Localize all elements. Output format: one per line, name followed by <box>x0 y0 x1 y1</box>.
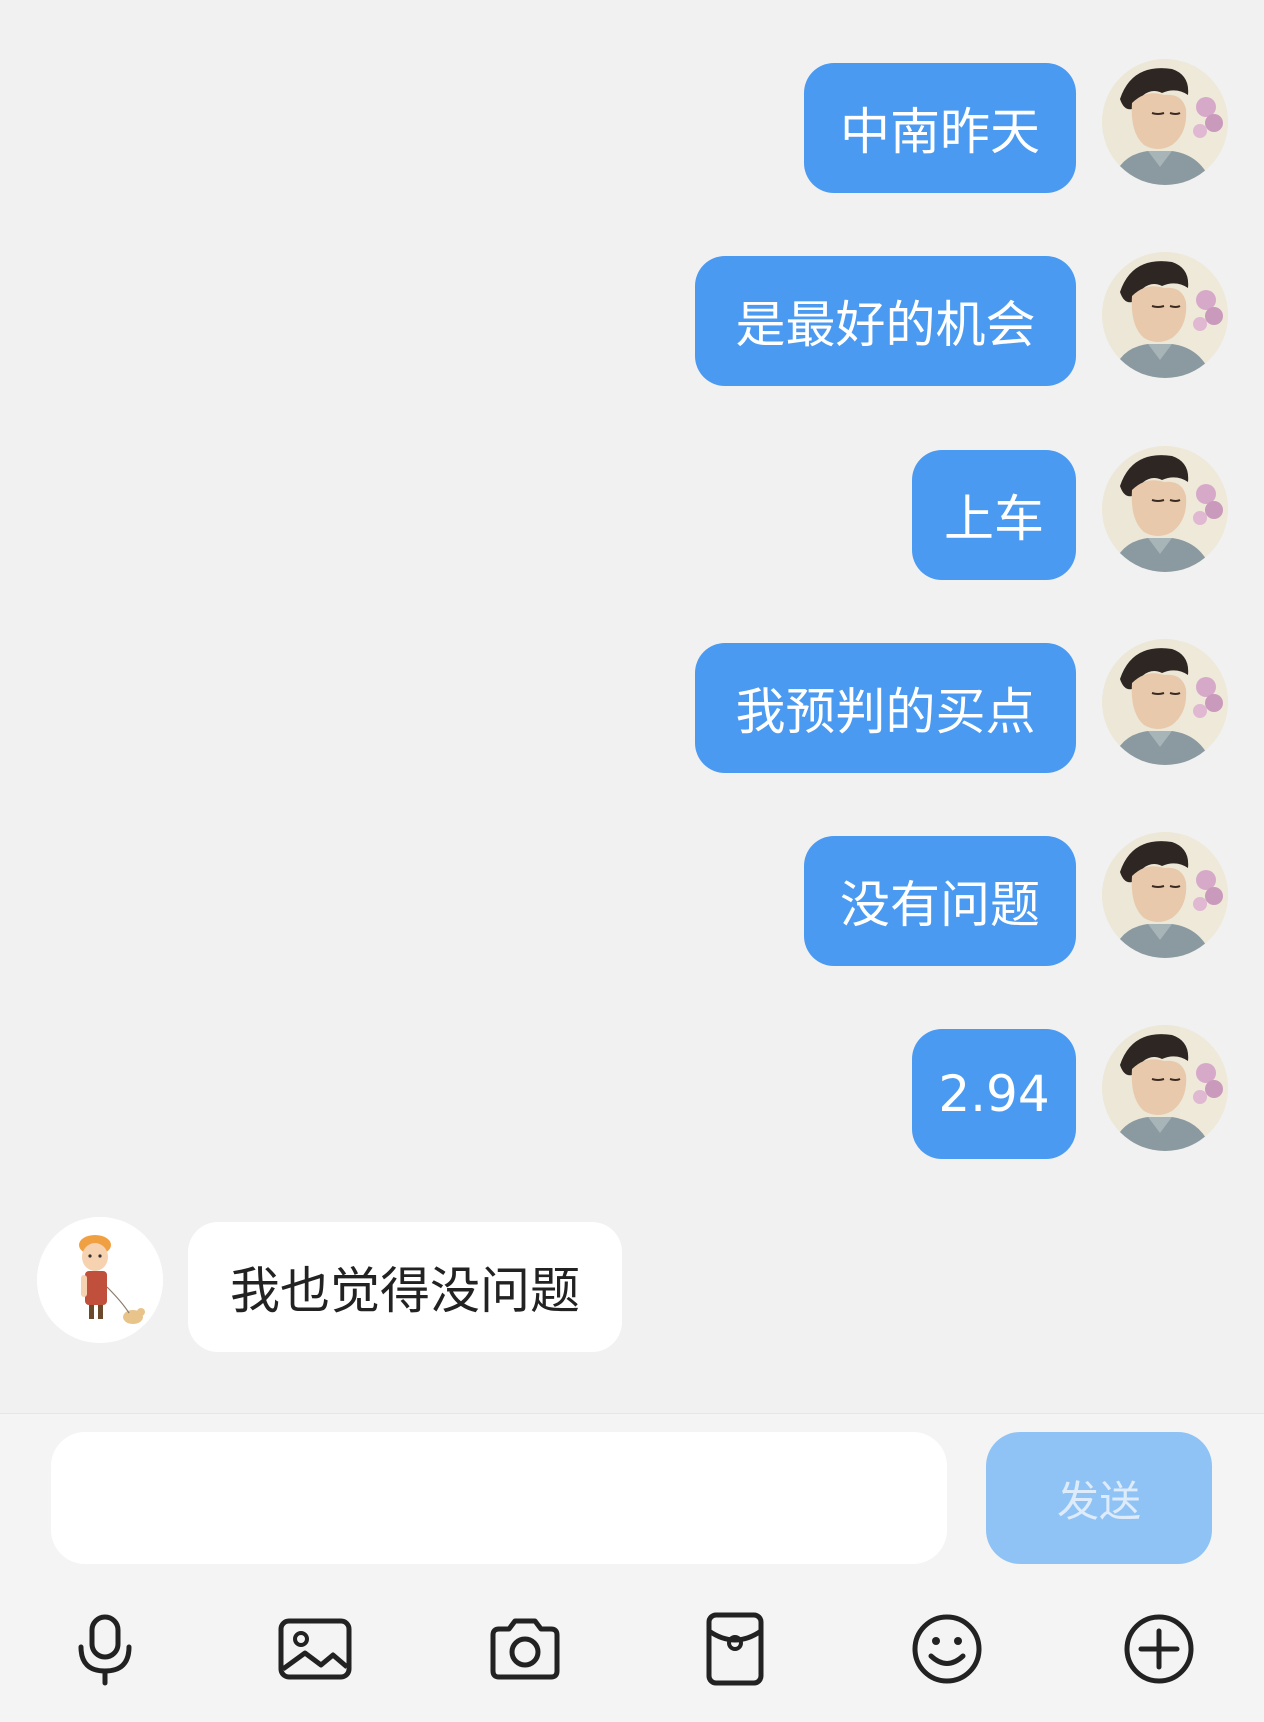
more-button[interactable] <box>1114 1604 1204 1694</box>
user-avatar[interactable] <box>1102 639 1228 765</box>
message-row-incoming: 我也觉得没问题 <box>0 1217 1264 1352</box>
message-text: 我预判的买点 <box>735 683 1036 741</box>
message-text: 上车 <box>944 490 1044 548</box>
message-bubble-incoming[interactable]: 我也觉得没问题 <box>188 1222 622 1352</box>
message-bubble-outgoing[interactable]: 2.94 <box>912 1029 1076 1159</box>
message-input[interactable] <box>51 1432 947 1564</box>
user-avatar[interactable] <box>1102 252 1228 378</box>
message-row-outgoing: 我预判的买点 <box>0 639 1264 773</box>
message-row-outgoing: 没有问题 <box>0 832 1264 966</box>
user-avatar[interactable] <box>1102 1025 1228 1151</box>
emoji-icon <box>912 1614 982 1684</box>
red-envelope-icon <box>706 1612 764 1686</box>
camera-icon <box>490 1618 560 1680</box>
message-text: 没有问题 <box>840 876 1040 934</box>
voice-button[interactable] <box>60 1604 150 1694</box>
user-avatar-icon <box>1102 252 1228 378</box>
message-text: 是最好的机会 <box>735 296 1036 354</box>
user-avatar-icon <box>1102 59 1228 185</box>
user-avatar[interactable] <box>1102 446 1228 572</box>
message-text: 中南昨天 <box>840 103 1040 161</box>
message-bubble-outgoing[interactable]: 我预判的买点 <box>695 643 1076 773</box>
camera-button[interactable] <box>480 1604 570 1694</box>
message-bubble-outgoing[interactable]: 中南昨天 <box>804 63 1076 193</box>
user-avatar[interactable] <box>1102 59 1228 185</box>
message-bubble-outgoing[interactable]: 没有问题 <box>804 836 1076 966</box>
message-text: 我也觉得没问题 <box>230 1262 580 1320</box>
emoji-button[interactable] <box>902 1604 992 1694</box>
message-row-outgoing: 中南昨天 <box>0 59 1264 193</box>
composer-bar: 发送 <box>0 1413 1264 1722</box>
user-avatar-icon <box>1102 639 1228 765</box>
microphone-icon <box>78 1614 132 1686</box>
plus-icon <box>1124 1614 1194 1684</box>
message-row-outgoing: 2.94 <box>0 1025 1264 1159</box>
user-avatar[interactable] <box>1102 832 1228 958</box>
user-avatar-icon <box>1102 446 1228 572</box>
user-avatar-icon <box>1102 832 1228 958</box>
contact-avatar-icon <box>37 1217 163 1343</box>
message-row-outgoing: 是最好的机会 <box>0 252 1264 386</box>
user-avatar-icon <box>1102 1025 1228 1151</box>
message-bubble-outgoing[interactable]: 是最好的机会 <box>695 256 1076 386</box>
message-text: 2.94 <box>938 1065 1050 1123</box>
red-envelope-button[interactable] <box>690 1604 780 1694</box>
contact-avatar[interactable] <box>37 1217 163 1343</box>
send-button[interactable]: 发送 <box>986 1432 1212 1564</box>
message-bubble-outgoing[interactable]: 上车 <box>912 450 1076 580</box>
chat-screen: 中南昨天 是最好的机会 上车 我预判的买点 没有问题 2.94 我也觉得没问题 … <box>0 0 1264 1722</box>
composer-toolbar <box>0 1594 1264 1694</box>
image-icon <box>278 1618 352 1680</box>
image-button[interactable] <box>270 1604 360 1694</box>
message-row-outgoing: 上车 <box>0 446 1264 580</box>
